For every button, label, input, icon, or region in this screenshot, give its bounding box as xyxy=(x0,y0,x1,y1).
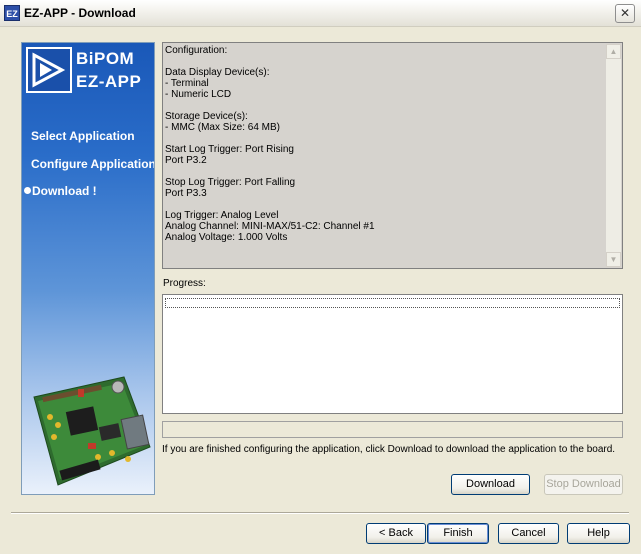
config-line xyxy=(165,133,375,144)
instructions-text: If you are finished configuring the appl… xyxy=(162,444,616,455)
progress-label: Progress: xyxy=(163,278,206,289)
separator xyxy=(11,512,629,514)
step-download: Download ! xyxy=(24,184,97,198)
download-button[interactable]: Download xyxy=(451,474,530,495)
finish-button[interactable]: Finish xyxy=(427,523,489,544)
config-line: Stop Log Trigger: Port Falling xyxy=(165,177,296,188)
product-name: EZ-APP xyxy=(76,72,142,91)
stop-download-button[interactable]: Stop Download xyxy=(544,474,623,495)
config-line xyxy=(165,100,375,111)
step-download-label: Download ! xyxy=(32,184,97,198)
config-line: Analog Voltage: 1.000 Volts xyxy=(165,232,288,243)
current-step-bullet-icon xyxy=(24,187,31,194)
wizard-sidebar: BiPOM EZ-APP Select Application Configur… xyxy=(21,42,155,495)
config-line: Start Log Trigger: Port Rising xyxy=(165,144,294,155)
config-line: Configuration: xyxy=(165,45,228,56)
progress-log[interactable] xyxy=(162,294,623,414)
circuit-board-image xyxy=(33,376,151,486)
config-line: - Numeric LCD xyxy=(165,89,232,100)
config-line: Log Trigger: Analog Level xyxy=(165,210,279,221)
back-button[interactable]: < Back xyxy=(366,523,426,544)
scroll-down-arrow-icon[interactable]: ▼ xyxy=(606,252,621,267)
config-line: - Terminal xyxy=(165,78,209,89)
config-line xyxy=(165,56,375,67)
config-line: Storage Device(s): xyxy=(165,111,248,122)
progress-log-selection xyxy=(165,298,620,308)
step-configure-application: Configure Application xyxy=(31,157,155,171)
cancel-button[interactable]: Cancel xyxy=(498,523,559,544)
config-line: Port P3.2 xyxy=(165,155,207,166)
title-bar[interactable]: EZ EZ-APP - Download ✕ xyxy=(0,0,641,27)
config-line: - MMC (Max Size: 64 MB) xyxy=(165,122,281,133)
config-line xyxy=(165,199,375,210)
status-bar xyxy=(162,421,623,438)
bipom-logo-icon xyxy=(26,47,72,93)
config-line xyxy=(165,166,375,177)
configuration-summary[interactable]: Configuration: Data Display Device(s): -… xyxy=(162,42,623,269)
scroll-up-arrow-icon[interactable]: ▲ xyxy=(606,44,621,59)
vertical-scrollbar[interactable]: ▲ ▼ xyxy=(606,44,621,267)
config-line: Data Display Device(s): xyxy=(165,67,270,78)
brand-name: BiPOM xyxy=(76,49,135,68)
app-icon: EZ xyxy=(4,5,20,21)
help-button[interactable]: Help xyxy=(567,523,630,544)
close-button[interactable]: ✕ xyxy=(615,4,635,23)
window-title: EZ-APP - Download xyxy=(24,6,136,20)
config-line: Port P3.3 xyxy=(165,188,207,199)
step-select-application: Select Application xyxy=(31,129,135,143)
config-line: Analog Channel: MINI-MAX/51-C2: Channel … xyxy=(165,221,375,232)
configuration-text: Configuration: Data Display Device(s): -… xyxy=(165,45,375,243)
